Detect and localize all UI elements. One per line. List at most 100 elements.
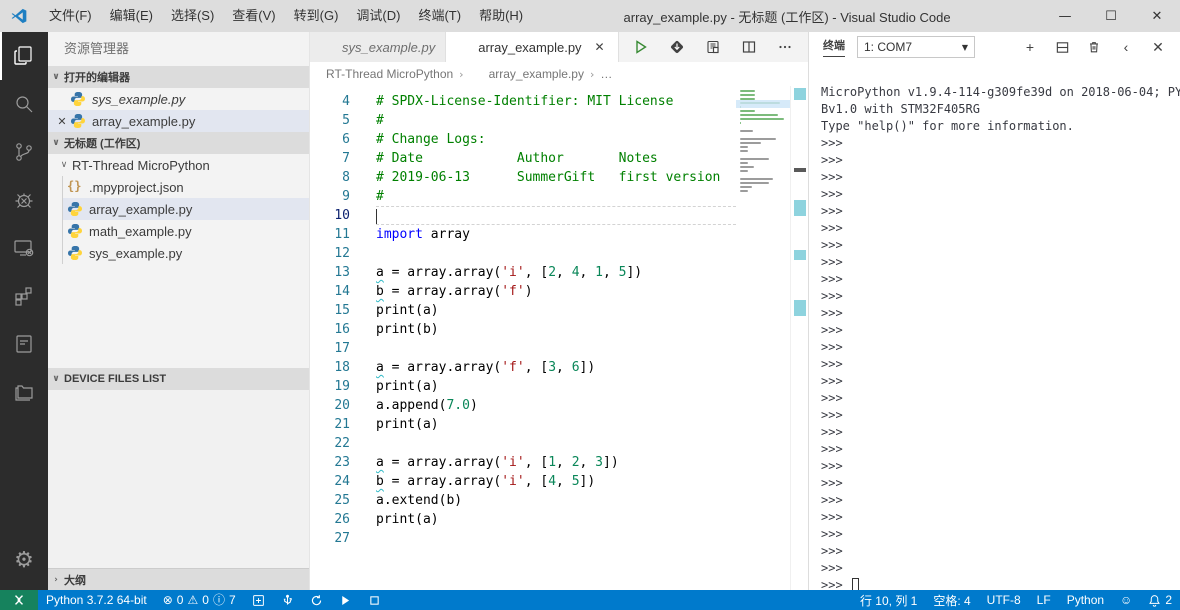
activity-search-button[interactable] <box>0 80 48 128</box>
python-file-icon <box>70 91 86 107</box>
eol-button[interactable]: LF <box>1029 590 1059 610</box>
add-device-button[interactable] <box>244 590 273 610</box>
code-line-27: 27 <box>310 529 736 548</box>
cursor-position-button[interactable]: 行 10, 列 1 <box>852 590 925 610</box>
tree-file-row[interactable]: sys_example.py <box>62 242 309 264</box>
more-actions-icon <box>779 45 791 49</box>
manage-button[interactable]: ⚙ <box>0 542 48 590</box>
open-editors-list: sys_example.py ✕ array_example.py <box>48 88 309 132</box>
close-file-icon[interactable]: ✕ <box>54 115 70 128</box>
close-tab-icon[interactable]: ✕ <box>592 40 608 54</box>
code-line-12: 12 <box>310 244 736 263</box>
line-number: 11 <box>334 227 350 242</box>
line-number: 17 <box>334 341 350 356</box>
breadcrumb-symbol[interactable]: … <box>600 67 612 81</box>
line-number: 22 <box>334 436 350 451</box>
new-terminal-button[interactable]: + <box>1022 39 1038 55</box>
folder-row-rtthread[interactable]: ∨ RT-Thread MicroPython <box>48 154 309 176</box>
minimize-button[interactable]: — <box>1042 0 1088 32</box>
menu-item-2[interactable]: 选择(S) <box>162 8 223 23</box>
tab-array-example[interactable]: array_example.py ✕ <box>446 32 619 62</box>
code-line-26: 26 print(a) <box>310 510 736 529</box>
sidebar-explorer: 资源管理器 ∨ 打开的编辑器 sys_example.py ✕ array_exam… <box>48 32 310 590</box>
open-editor-item[interactable]: ✕ array_example.py <box>48 110 309 132</box>
remote-status-button[interactable] <box>0 590 38 610</box>
outline-header[interactable]: › 大纲 <box>48 568 309 590</box>
breadcrumb-folder[interactable]: RT-Thread MicroPython <box>326 67 453 81</box>
terminal-instance-select[interactable]: 1: COM7 ▼ <box>857 36 975 58</box>
activity-remote-device-button[interactable] <box>0 224 48 272</box>
indentation-button[interactable]: 空格: 4 <box>925 590 978 610</box>
menu-item-3[interactable]: 查看(V) <box>223 8 284 23</box>
overview-decoration <box>794 300 806 316</box>
download-to-device-button[interactable] <box>668 38 686 56</box>
activity-debug-button[interactable] <box>0 176 48 224</box>
encoding-button[interactable]: UTF-8 <box>979 590 1029 610</box>
open-editor-item[interactable]: sys_example.py <box>48 88 309 110</box>
close-panel-button[interactable]: ✕ <box>1150 39 1166 55</box>
breadcrumb-file[interactable]: array_example.py <box>489 67 584 81</box>
device-files-header[interactable]: ∨ DEVICE FILES LIST <box>48 368 309 390</box>
feedback-smiley-button[interactable]: ☺ <box>1112 590 1140 610</box>
activity-extensions-button[interactable] <box>0 272 48 320</box>
activity-source-control-button[interactable] <box>0 128 48 176</box>
activity-notebook-button[interactable] <box>0 320 48 368</box>
code-line-13: 13 a = array.array('i', [2, 4, 1, 5]) <box>310 263 736 282</box>
collapse-panel-left-button[interactable]: ‹ <box>1118 39 1134 55</box>
run-device-button[interactable] <box>331 590 360 610</box>
stop-device-button[interactable] <box>360 590 389 610</box>
menu-item-0[interactable]: 文件(F) <box>40 8 101 23</box>
menu-item-6[interactable]: 终端(T) <box>409 8 470 23</box>
notifications-bell-button[interactable]: 2 <box>1140 590 1180 610</box>
menu-item-4[interactable]: 转到(G) <box>285 8 348 23</box>
file-math_example.py[interactable]: math_example.py <box>67 220 309 242</box>
activity-explorer-button[interactable] <box>0 32 48 80</box>
terminal-cursor <box>851 578 859 590</box>
split-terminal-button[interactable] <box>1054 39 1070 55</box>
sync-files-button[interactable] <box>704 38 722 56</box>
close-button[interactable]: ✕ <box>1134 0 1180 32</box>
open-editors-header[interactable]: ∨ 打开的编辑器 <box>48 66 309 88</box>
overview-ruler[interactable] <box>790 86 808 590</box>
workspace-header[interactable]: ∨ 无标题 (工作区) <box>48 132 309 154</box>
warning-icon: ⚠ <box>187 593 199 607</box>
split-editor-button[interactable] <box>740 38 758 56</box>
menu-item-7[interactable]: 帮助(H) <box>470 8 532 23</box>
python-file-icon <box>320 39 336 55</box>
code-line-8: 8 # 2019-06-13 SummerGift first version <box>310 168 736 187</box>
activity-folders-button[interactable] <box>0 368 48 416</box>
usb-connect-button[interactable] <box>273 590 302 610</box>
menu-item-1[interactable]: 编辑(E) <box>101 8 162 23</box>
device-files-empty-area <box>48 390 309 568</box>
file-sys_example.py[interactable]: sys_example.py <box>67 242 309 264</box>
tree-file-row[interactable]: math_example.py <box>62 220 309 242</box>
more-actions-button[interactable] <box>776 38 794 56</box>
problems-button[interactable]: ⊗ 0 ⚠ 0 ⓘ 7 <box>155 590 244 610</box>
open-editor-label: sys_example.py <box>92 91 186 107</box>
menu-item-5[interactable]: 调试(D) <box>347 8 409 23</box>
tab-sys-example[interactable]: sys_example.py <box>310 32 447 62</box>
tree-file-row[interactable]: array_example.py <box>62 198 309 220</box>
status-bar: Python 3.7.2 64-bit ⊗ 0 ⚠ 0 ⓘ 7 行 10, 列 1 空格: 4… <box>0 590 1180 610</box>
maximize-button[interactable]: ☐ <box>1088 0 1134 32</box>
dropdown-arrow-icon: ▼ <box>961 42 968 52</box>
minimap[interactable] <box>736 86 790 590</box>
language-mode-button[interactable]: Python <box>1059 590 1112 610</box>
code-line-5: 5 # <box>310 111 736 130</box>
run-file-button[interactable] <box>632 38 650 56</box>
code-editor[interactable]: 4 # SPDX-License-Identifier: MIT License 5… <box>310 86 736 590</box>
terminal-output[interactable]: MicroPython v1.9.4-114-g309fe39d on 2018… <box>809 62 1180 590</box>
minimap-line <box>740 142 761 144</box>
file-array_example.py[interactable]: array_example.py <box>67 198 309 220</box>
code-line-11: 11 import array <box>310 225 736 244</box>
sync-device-button[interactable] <box>302 590 331 610</box>
minimap-line <box>740 190 749 192</box>
tree-file-row[interactable]: {} .mpyproject.json <box>62 176 309 198</box>
code-text: print(a) <box>376 303 439 318</box>
python-interpreter-button[interactable]: Python 3.7.2 64-bit <box>38 590 155 610</box>
file-.mpyproject.json[interactable]: {} .mpyproject.json <box>67 176 309 198</box>
tab-terminal[interactable]: 终端 <box>823 37 845 57</box>
add-device-icon <box>252 594 264 606</box>
kill-terminal-button[interactable] <box>1086 39 1102 55</box>
